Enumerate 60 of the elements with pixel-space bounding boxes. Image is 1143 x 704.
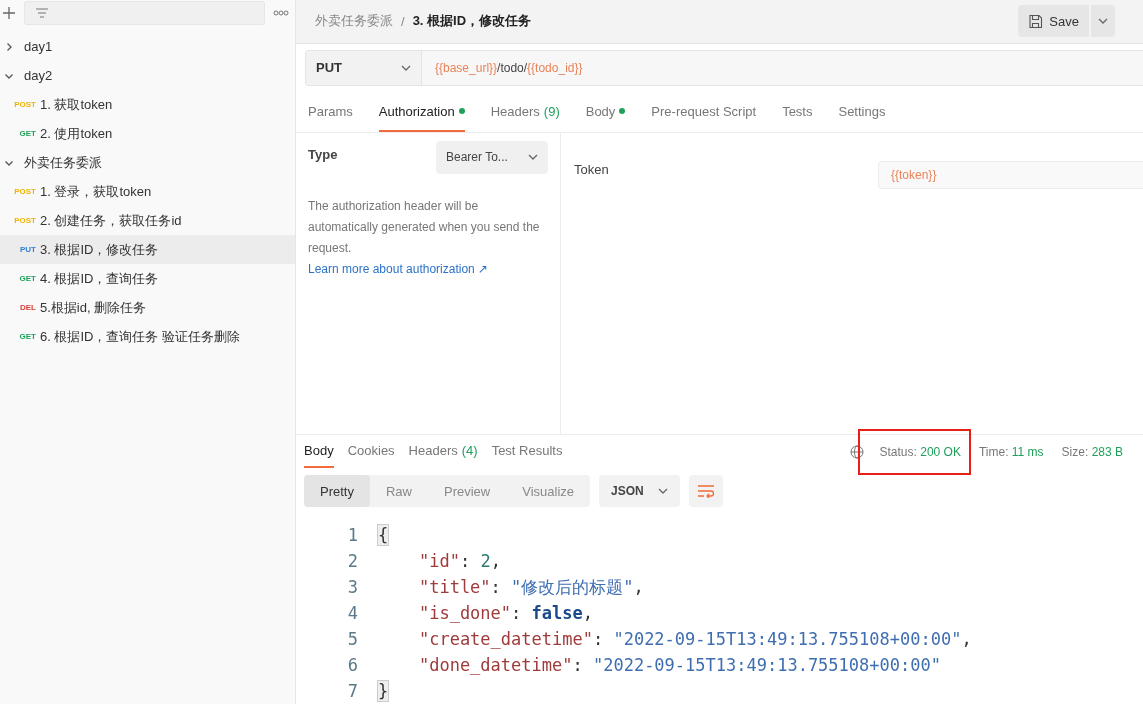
wrap-lines-button[interactable] bbox=[688, 475, 723, 507]
request-item[interactable]: GET 4. 根据ID，查询任务 bbox=[0, 264, 295, 293]
line-number: 7 bbox=[346, 681, 358, 701]
save-button[interactable]: Save bbox=[1018, 5, 1089, 38]
request-item[interactable]: PUT 3. 根据ID，修改任务 bbox=[0, 235, 295, 264]
breadcrumb-separator: / bbox=[401, 13, 405, 29]
folder-item[interactable]: day1 bbox=[0, 32, 295, 61]
filter-field[interactable] bbox=[24, 1, 265, 25]
request-tab[interactable]: Authorization bbox=[378, 92, 465, 132]
caret-icon bbox=[528, 154, 538, 161]
filter-icon bbox=[35, 7, 49, 19]
response-stat: Time: 11 ms bbox=[977, 443, 1045, 461]
format-select[interactable]: JSON bbox=[599, 475, 680, 507]
folder-item[interactable]: 外卖任务委派 bbox=[0, 148, 295, 177]
learn-more-link[interactable]: Learn more about authorization ↗ bbox=[308, 259, 489, 278]
add-icon[interactable] bbox=[2, 6, 16, 20]
response-tab[interactable]: Headers (4) bbox=[408, 435, 478, 468]
request-item[interactable]: GET 6. 根据ID，查询任务 验证任务删除 bbox=[0, 322, 295, 351]
line-number: 3 bbox=[346, 577, 358, 597]
code-line: "is_done": false, bbox=[418, 603, 593, 623]
request-tab[interactable]: Settings bbox=[838, 92, 886, 132]
chevron-right-icon[interactable] bbox=[4, 41, 14, 52]
request-item[interactable]: POST 1. 获取token bbox=[0, 90, 295, 119]
response-stat: Size: 283 B bbox=[1060, 443, 1124, 461]
wrap-icon bbox=[696, 484, 715, 498]
type-label: Type bbox=[308, 146, 338, 162]
line-number: 5 bbox=[346, 629, 358, 649]
auth-type-select[interactable]: Bearer To... bbox=[436, 140, 548, 174]
view-mode-button[interactable]: Pretty bbox=[304, 475, 370, 507]
folder-item[interactable]: day2 bbox=[0, 61, 295, 90]
caret-icon bbox=[1098, 18, 1108, 25]
code-line: "id": 2, bbox=[418, 551, 501, 571]
request-tab[interactable]: Pre-request Script bbox=[651, 92, 757, 132]
code-line: "create_datetime": "2022-09-15T13:49:13.755108+00:00", bbox=[418, 629, 972, 649]
request-item[interactable]: POST 1. 登录，获取token bbox=[0, 177, 295, 206]
response-tab[interactable]: Cookies bbox=[347, 435, 395, 468]
caret-icon bbox=[657, 488, 668, 494]
save-options-button[interactable] bbox=[1091, 5, 1115, 38]
token-label: Token bbox=[574, 161, 609, 177]
request-tab[interactable]: Body bbox=[585, 92, 626, 132]
line-number: 4 bbox=[346, 603, 358, 623]
response-stat: Status: 200 OK bbox=[877, 440, 963, 463]
line-number: 6 bbox=[346, 655, 358, 675]
globe-icon[interactable] bbox=[849, 444, 864, 459]
code-line: "done_datetime": "2022-09-15T13:49:13.755108+00:00" bbox=[418, 655, 941, 675]
request-title: 3. 根据ID，修改任务 bbox=[412, 12, 532, 31]
line-number: 2 bbox=[346, 551, 358, 571]
request-item[interactable]: GET 2. 使用token bbox=[0, 119, 295, 148]
code-line: "title": "修改后的标题", bbox=[418, 575, 644, 599]
line-number: 1 bbox=[346, 525, 358, 545]
request-tab[interactable]: Tests bbox=[782, 92, 813, 132]
request-item[interactable]: DEL 5.根据id, 删除任务 bbox=[0, 293, 295, 322]
more-icon[interactable] bbox=[273, 10, 289, 16]
auth-description: The authorization header will be automatically generated when you send the request. bbox=[308, 197, 541, 257]
request-tab[interactable]: Params bbox=[308, 92, 353, 132]
response-tab[interactable]: Body bbox=[304, 435, 334, 468]
request-tab[interactable]: Headers (9) bbox=[490, 92, 560, 132]
request-item[interactable]: POST 2. 创建任务，获取任务id bbox=[0, 206, 295, 235]
save-icon bbox=[1028, 13, 1044, 29]
response-tab[interactable]: Test Results bbox=[491, 435, 563, 468]
